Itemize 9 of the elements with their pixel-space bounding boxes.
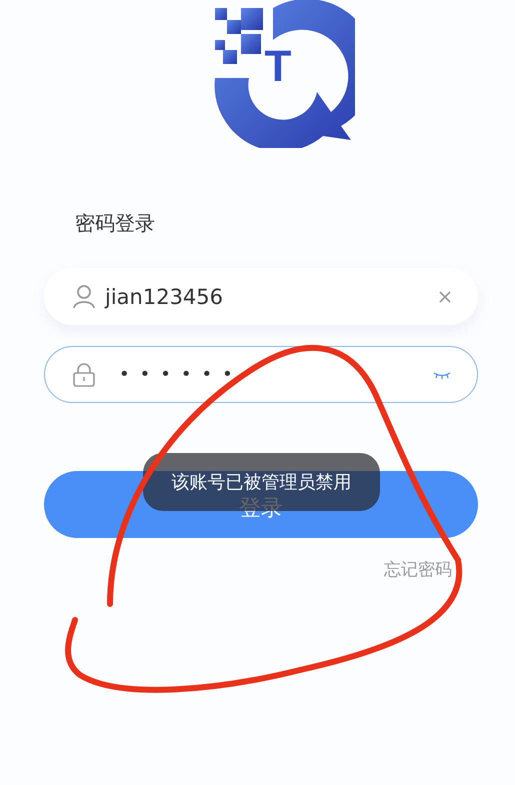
logo-icon xyxy=(212,0,354,148)
closed-eye-icon[interactable] xyxy=(433,370,451,378)
page-title: 密码登录 xyxy=(75,210,156,237)
username-field[interactable]: jian123456 xyxy=(44,268,478,325)
password-field[interactable]: •••••• xyxy=(44,346,478,403)
logo-letter: T xyxy=(264,42,292,92)
user-icon xyxy=(73,284,95,308)
lock-icon xyxy=(73,362,95,386)
clear-icon[interactable] xyxy=(439,290,451,302)
